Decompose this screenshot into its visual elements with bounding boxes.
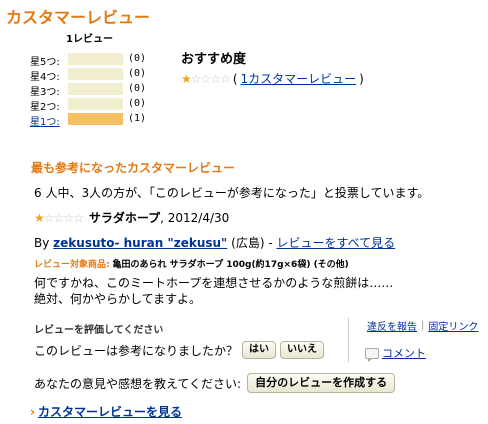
histogram-label[interactable]: 星1つ: [30, 113, 60, 128]
product-label: レビュー対象商品: [34, 260, 110, 270]
histogram-count-value: (0) [128, 98, 147, 109]
star-icon: ★ [181, 71, 192, 86]
permalink-link[interactable]: 固定リンク [428, 318, 478, 333]
histogram-bar [68, 68, 123, 80]
link-separator: | [421, 320, 425, 331]
star-icon: ☆ [200, 71, 212, 86]
customer-review-count-link[interactable]: 1カスタマーレビュー [241, 70, 357, 87]
summary-line: ★ ☆ ☆ ☆ ☆ (1カスタマーレビュー) [181, 70, 364, 87]
star-icon: ☆ [190, 71, 202, 86]
yes-button[interactable]: はい [242, 341, 277, 359]
review-stars: ★ ☆ ☆ ☆ ☆ [34, 210, 84, 225]
histogram-count-value: (0) [128, 53, 147, 64]
star-icon: ☆ [73, 210, 84, 225]
chevron-right-icon: › [30, 405, 35, 419]
by-prefix: By [34, 236, 50, 250]
opinion-text: あなたの意見や感想を教えてください: [34, 376, 242, 391]
histogram-row: 星4つ: (0) [30, 67, 160, 83]
histogram-row: 星3つ: (0) [30, 82, 160, 98]
histogram-label: 星2つ: [30, 102, 60, 113]
helpful-question-row: このレビューは参考になりましたか？ はい いいえ [34, 341, 325, 359]
histogram-count-value: (0) [128, 68, 147, 79]
review-title: サラダホープ [88, 211, 161, 225]
histogram-label: 星5つ: [30, 57, 60, 68]
byline: By zekusuto- huran "zekusu" (広島) - レビューを… [34, 234, 474, 251]
summary-close-paren: ) [359, 71, 364, 86]
review-rating-line: ★ ☆ ☆ ☆ ☆ サラダホープ, 2012/4/30 [34, 209, 474, 226]
histogram-bar-fill [68, 113, 123, 125]
summary-open-paren: ( [232, 71, 238, 86]
see-all-reviews-link[interactable]: レビューをすべて見る [276, 236, 395, 250]
comment-icon [365, 347, 379, 362]
review: 6 人中、3人の方が、「このレビューが参考になった」と投票しています。 ★ ☆ ☆ ☆… [34, 184, 474, 307]
histogram-count: 1レビュー [66, 34, 113, 45]
see-customer-reviews-link[interactable]: カスタマーレビューを見る [38, 405, 182, 419]
histogram-count-value: (1) [128, 113, 147, 124]
product-name: 亀田のあられ サラダホープ 100g(約17g×6袋) (その他) [112, 260, 349, 270]
star-icon: ☆ [53, 210, 65, 225]
star-icon: ★ [34, 210, 45, 225]
rating-summary: おすすめ度 ★ ☆ ☆ ☆ ☆ (1カスタマーレビュー) [181, 48, 364, 87]
no-button[interactable]: いいえ [280, 341, 325, 359]
star-icon: ☆ [63, 210, 74, 225]
most-helpful-title: 最も参考になったカスタマーレビュー [31, 161, 236, 175]
see-reviews-row: › カスタマーレビューを見る [30, 403, 182, 420]
histogram-row[interactable]: 星1つ: (1) [30, 112, 160, 128]
histogram-row: 星5つ: (0) [30, 52, 160, 68]
comment-link[interactable]: コメント [382, 345, 426, 361]
opinion-row: あなたの意見や感想を教えてください: 自分のレビューを作成する [34, 373, 396, 393]
page-title: カスタマーレビュー [6, 8, 151, 27]
histogram-label: 星3つ: [30, 87, 60, 98]
report-abuse-link[interactable]: 違反を報告 [367, 318, 417, 333]
histogram-bar [68, 83, 123, 95]
histogram-bar [68, 98, 123, 110]
review-body: 何ですかね、このミートホープを連想させるかのような煎餅は…… 絶対、何かやらかし… [34, 275, 474, 307]
side-links: 違反を報告 | 固定リンク コメント [348, 318, 478, 362]
star-icon: ☆ [220, 71, 231, 86]
histogram-bar [68, 53, 123, 65]
comment-row: コメント [365, 345, 478, 362]
reviewer-link[interactable]: zekusuto- huran "zekusu" [53, 236, 227, 250]
summary-stars: ★ ☆ ☆ ☆ ☆ [181, 71, 231, 86]
write-review-button[interactable]: 自分のレビューを作成する [247, 373, 396, 393]
review-date: , 2012/4/30 [160, 211, 230, 225]
histogram-count-value: (0) [128, 83, 147, 94]
vote-summary: 6 人中、3人の方が、「このレビューが参考になった」と投票しています。 [34, 186, 430, 200]
review-body-line: 何ですかね、このミートホープを連想させるかのような煎餅は…… [34, 276, 394, 290]
histogram-bar [68, 113, 123, 125]
histogram-row: 星2つ: (0) [30, 97, 160, 113]
review-body-line: 絶対、何かやらかしてますよ。 [34, 292, 202, 306]
product-line: レビュー対象商品: 亀田のあられ サラダホープ 100g(約17g×6袋) (そ… [34, 257, 474, 270]
summary-title: おすすめ度 [181, 52, 247, 67]
histogram-label: 星4つ: [30, 72, 60, 83]
star-icon: ☆ [210, 71, 221, 86]
reviewer-location: (広島) - [231, 236, 273, 250]
evaluate-title: レビューを評価してください [34, 325, 164, 336]
helpful-question: このレビューは参考になりましたか？ [34, 343, 239, 358]
star-icon: ☆ [43, 210, 55, 225]
